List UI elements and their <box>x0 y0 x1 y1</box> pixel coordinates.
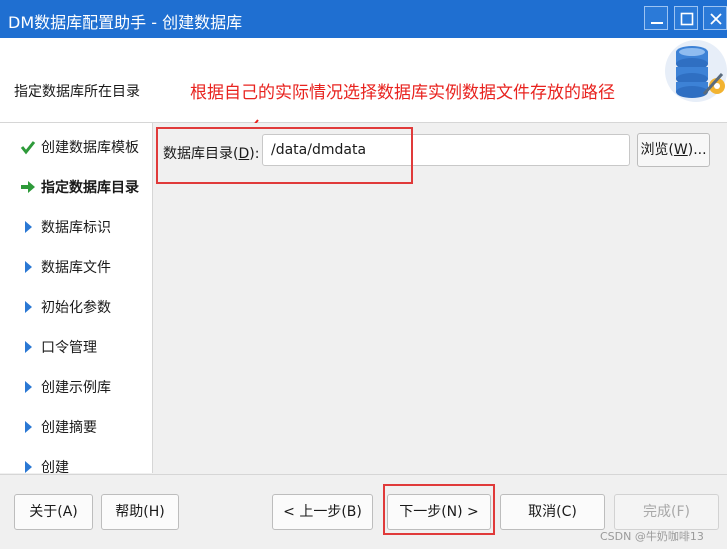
finish-button[interactable]: 完成(F) <box>614 494 719 530</box>
check-icon <box>20 139 36 155</box>
step-item: 创建 <box>0 455 152 473</box>
triangle-right-icon <box>20 419 36 435</box>
step-item: 初始化参数 <box>0 295 152 319</box>
step-label: 创建 <box>41 460 69 473</box>
highlight-box-dir <box>156 127 413 184</box>
watermark: CSDN @牛奶咖啡13 <box>600 530 704 543</box>
triangle-right-icon <box>20 259 36 275</box>
step-label: 数据库文件 <box>41 260 111 276</box>
window-title: DM数据库配置助手 - 创建数据库 <box>8 13 243 32</box>
minimize-button[interactable] <box>644 6 668 30</box>
step-item: 口令管理 <box>0 335 152 359</box>
steps-sidebar: 创建数据库模板 指定数据库目录 数据库标识数据库文件初始化参数口令管理创建示例库创建… <box>0 123 153 473</box>
maximize-button[interactable] <box>674 6 698 30</box>
step-label: 创建数据库模板 <box>41 140 139 156</box>
browse-button[interactable]: 浏览(W)... <box>637 133 710 167</box>
step-title: 指定数据库所在目录 <box>14 84 140 100</box>
previous-button[interactable]: < 上一步(B) <box>272 494 373 530</box>
triangle-right-icon <box>20 299 36 315</box>
step-item: 创建摘要 <box>0 415 152 439</box>
about-button[interactable]: 关于(A) <box>14 494 93 530</box>
help-button[interactable]: 帮助(H) <box>101 494 179 530</box>
step-label: 创建示例库 <box>41 380 111 396</box>
step-label: 创建摘要 <box>41 420 97 436</box>
page-header: 指定数据库所在目录 根据自己的实际情况选择数据库实例数据文件存放的路径 <box>0 38 727 153</box>
triangle-right-icon <box>20 379 36 395</box>
title-bar: DM数据库配置助手 - 创建数据库 <box>0 0 727 38</box>
triangle-right-icon <box>20 339 36 355</box>
arrow-right-icon <box>20 179 36 195</box>
step-item: 数据库文件 <box>0 255 152 279</box>
triangle-right-icon <box>20 459 36 473</box>
step-item: 指定数据库目录 <box>0 175 152 199</box>
cancel-button[interactable]: 取消(C) <box>500 494 605 530</box>
close-icon <box>710 13 722 25</box>
step-label: 指定数据库目录 <box>41 180 139 196</box>
maximize-icon <box>680 12 694 26</box>
close-button[interactable] <box>703 6 727 30</box>
step-item: 创建示例库 <box>0 375 152 399</box>
step-label: 数据库标识 <box>41 220 111 236</box>
step-label: 初始化参数 <box>41 300 111 316</box>
step-label: 口令管理 <box>41 340 97 356</box>
step-item: 创建数据库模板 <box>0 135 152 159</box>
database-settings-icon <box>626 38 727 106</box>
minimize-icon <box>651 22 663 24</box>
annotation-text: 根据自己的实际情况选择数据库实例数据文件存放的路径 <box>190 83 615 103</box>
highlight-box-next <box>383 484 495 535</box>
triangle-right-icon <box>20 219 36 235</box>
step-item: 数据库标识 <box>0 215 152 239</box>
